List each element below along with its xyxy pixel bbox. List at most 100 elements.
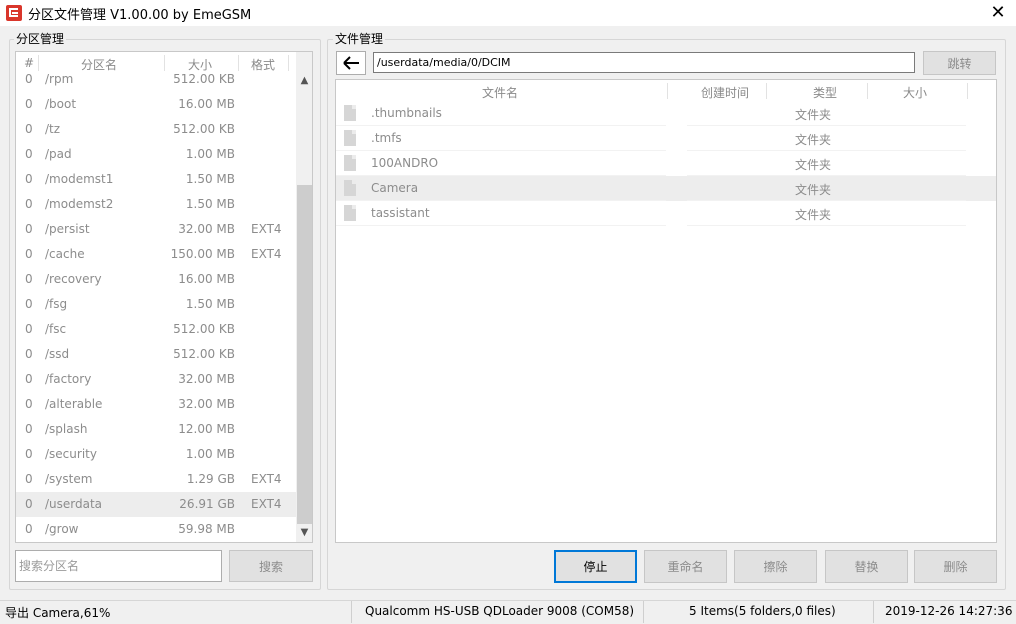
partition-name: /cache: [45, 247, 85, 261]
file-row[interactable]: 100ANDRO 文件夹: [336, 151, 996, 176]
path-input[interactable]: [373, 52, 915, 73]
partition-name: /modemst2: [45, 197, 114, 211]
partition-list-scrollbar[interactable]: ▲ ▼: [296, 52, 312, 542]
partition-name: /boot: [45, 97, 77, 111]
file-name: Camera: [371, 181, 419, 195]
partition-num: 0: [25, 397, 33, 411]
folder-icon: [344, 105, 356, 121]
partition-num: 0: [25, 247, 33, 261]
partition-row[interactable]: 0/modemst2 1.50 MB: [16, 192, 296, 217]
partition-size: 512.00 KB: [173, 122, 235, 136]
stop-button[interactable]: 停止: [554, 550, 637, 583]
folder-icon: [344, 205, 356, 221]
file-type: 文件夹: [795, 108, 832, 122]
partition-size: 1.29 GB: [186, 472, 235, 486]
file-list[interactable]: 文件名 创建时间 类型 大小 .thumbnails 文件夹 .tmfs 文件夹 100…: [335, 79, 997, 543]
partition-name: /system: [45, 472, 93, 486]
partition-list[interactable]: # 分区名 大小 格式 0/rpm 512.00 KB 0/boot 16.00 MB…: [15, 51, 313, 543]
partition-size: 59.98 MB: [178, 522, 235, 536]
partition-row[interactable]: 0/recovery 16.00 MB: [16, 267, 296, 292]
partition-row[interactable]: 0/pad 1.00 MB: [16, 142, 296, 167]
close-button[interactable]: ✕: [980, 0, 1016, 26]
partition-row[interactable]: 0/modemst1 1.50 MB: [16, 167, 296, 192]
partition-row[interactable]: 0/boot 16.00 MB: [16, 92, 296, 117]
file-name: .tmfs: [371, 131, 402, 145]
partition-row[interactable]: 0/grow 59.98 MB: [16, 517, 296, 542]
column-header-size[interactable]: 大小: [903, 84, 927, 101]
title-bar: 分区文件管理 V1.00.00 by EmeGSM ✕: [0, 0, 1016, 26]
partition-row[interactable]: 0/rpm 512.00 KB: [16, 67, 296, 92]
file-name: 100ANDRO: [371, 156, 439, 170]
file-group-legend: 文件管理: [333, 30, 386, 47]
partition-format: EXT4: [251, 247, 282, 261]
partition-size: 32.00 MB: [178, 397, 235, 411]
window-title: 分区文件管理 V1.00.00 by EmeGSM: [28, 8, 252, 23]
partition-search-input[interactable]: [15, 550, 222, 582]
partition-size: 12.00 MB: [178, 422, 235, 436]
partition-num: 0: [25, 497, 33, 511]
file-type: 文件夹: [795, 183, 832, 197]
partition-size: 32.00 MB: [178, 222, 235, 236]
status-bar: 导出 Camera,61% Qualcomm HS-USB QDLoader 9…: [0, 600, 1016, 624]
column-header-type[interactable]: 类型: [813, 84, 837, 101]
partition-row[interactable]: 0/security 1.00 MB: [16, 442, 296, 467]
file-row[interactable]: .thumbnails 文件夹: [336, 101, 996, 126]
file-row[interactable]: tassistant 文件夹: [336, 201, 996, 226]
partition-num: 0: [25, 472, 33, 486]
back-button[interactable]: [336, 51, 366, 75]
partition-size: 32.00 MB: [178, 372, 235, 386]
partition-row[interactable]: 0/fsc 512.00 KB: [16, 317, 296, 342]
partition-num: 0: [25, 272, 33, 286]
partition-name: /splash: [45, 422, 88, 436]
partition-size: 512.00 KB: [173, 347, 235, 361]
file-type: 文件夹: [795, 208, 832, 222]
status-datetime: 2019-12-26 14:27:36: [885, 604, 1013, 618]
partition-row[interactable]: 0/alterable 32.00 MB: [16, 392, 296, 417]
jump-button[interactable]: 跳转: [923, 51, 996, 75]
partition-num: 0: [25, 147, 33, 161]
chevron-down-icon[interactable]: ▼: [296, 524, 312, 541]
column-header-filename[interactable]: 文件名: [482, 84, 518, 101]
partition-num: 0: [25, 422, 33, 436]
partition-name: /recovery: [45, 272, 102, 286]
partition-size: 512.00 KB: [173, 322, 235, 336]
partition-size: 1.50 MB: [185, 197, 235, 211]
delete-button[interactable]: 删除: [914, 550, 997, 583]
partition-size: 150.00 MB: [170, 247, 235, 261]
file-row[interactable]: .tmfs 文件夹: [336, 126, 996, 151]
partition-row[interactable]: 0/factory 32.00 MB: [16, 367, 296, 392]
partition-row[interactable]: 0/system 1.29 GB EXT4: [16, 467, 296, 492]
partition-num: 0: [25, 97, 33, 111]
partition-row[interactable]: 0/splash 12.00 MB: [16, 417, 296, 442]
partition-name: /ssd: [45, 347, 70, 361]
partition-name: /factory: [45, 372, 92, 386]
file-name: tassistant: [371, 206, 430, 220]
partition-name: /fsg: [45, 297, 68, 311]
chevron-up-icon[interactable]: ▲: [296, 72, 312, 89]
partition-row[interactable]: 0/ssd 512.00 KB: [16, 342, 296, 367]
status-device: Qualcomm HS-USB QDLoader 9008 (COM58): [365, 604, 635, 618]
file-type: 文件夹: [795, 133, 832, 147]
partition-row[interactable]: 0/persist 32.00 MB EXT4: [16, 217, 296, 242]
replace-button[interactable]: 替换: [825, 550, 908, 583]
partition-name: /fsc: [45, 322, 67, 336]
arrow-left-icon: [343, 56, 359, 70]
partition-num: 0: [25, 372, 33, 386]
column-header-created[interactable]: 创建时间: [701, 84, 749, 101]
partition-row[interactable]: 0/tz 512.00 KB: [16, 117, 296, 142]
partition-name: /grow: [45, 522, 79, 536]
file-row[interactable]: Camera 文件夹: [336, 176, 996, 201]
partition-name: /security: [45, 447, 97, 461]
erase-button[interactable]: 擦除: [734, 550, 817, 583]
search-button[interactable]: 搜索: [229, 550, 313, 582]
file-name: .thumbnails: [371, 106, 442, 120]
partition-num: 0: [25, 197, 33, 211]
partition-size: 16.00 MB: [178, 97, 235, 111]
partition-row[interactable]: 0/userdata 26.91 GB EXT4: [16, 492, 296, 517]
partition-num: 0: [25, 447, 33, 461]
partition-size: 1.00 MB: [185, 447, 235, 461]
partition-row[interactable]: 0/cache 150.00 MB EXT4: [16, 242, 296, 267]
rename-button[interactable]: 重命名: [644, 550, 727, 583]
scrollbar-thumb[interactable]: [297, 185, 312, 524]
partition-row[interactable]: 0/fsg 1.50 MB: [16, 292, 296, 317]
